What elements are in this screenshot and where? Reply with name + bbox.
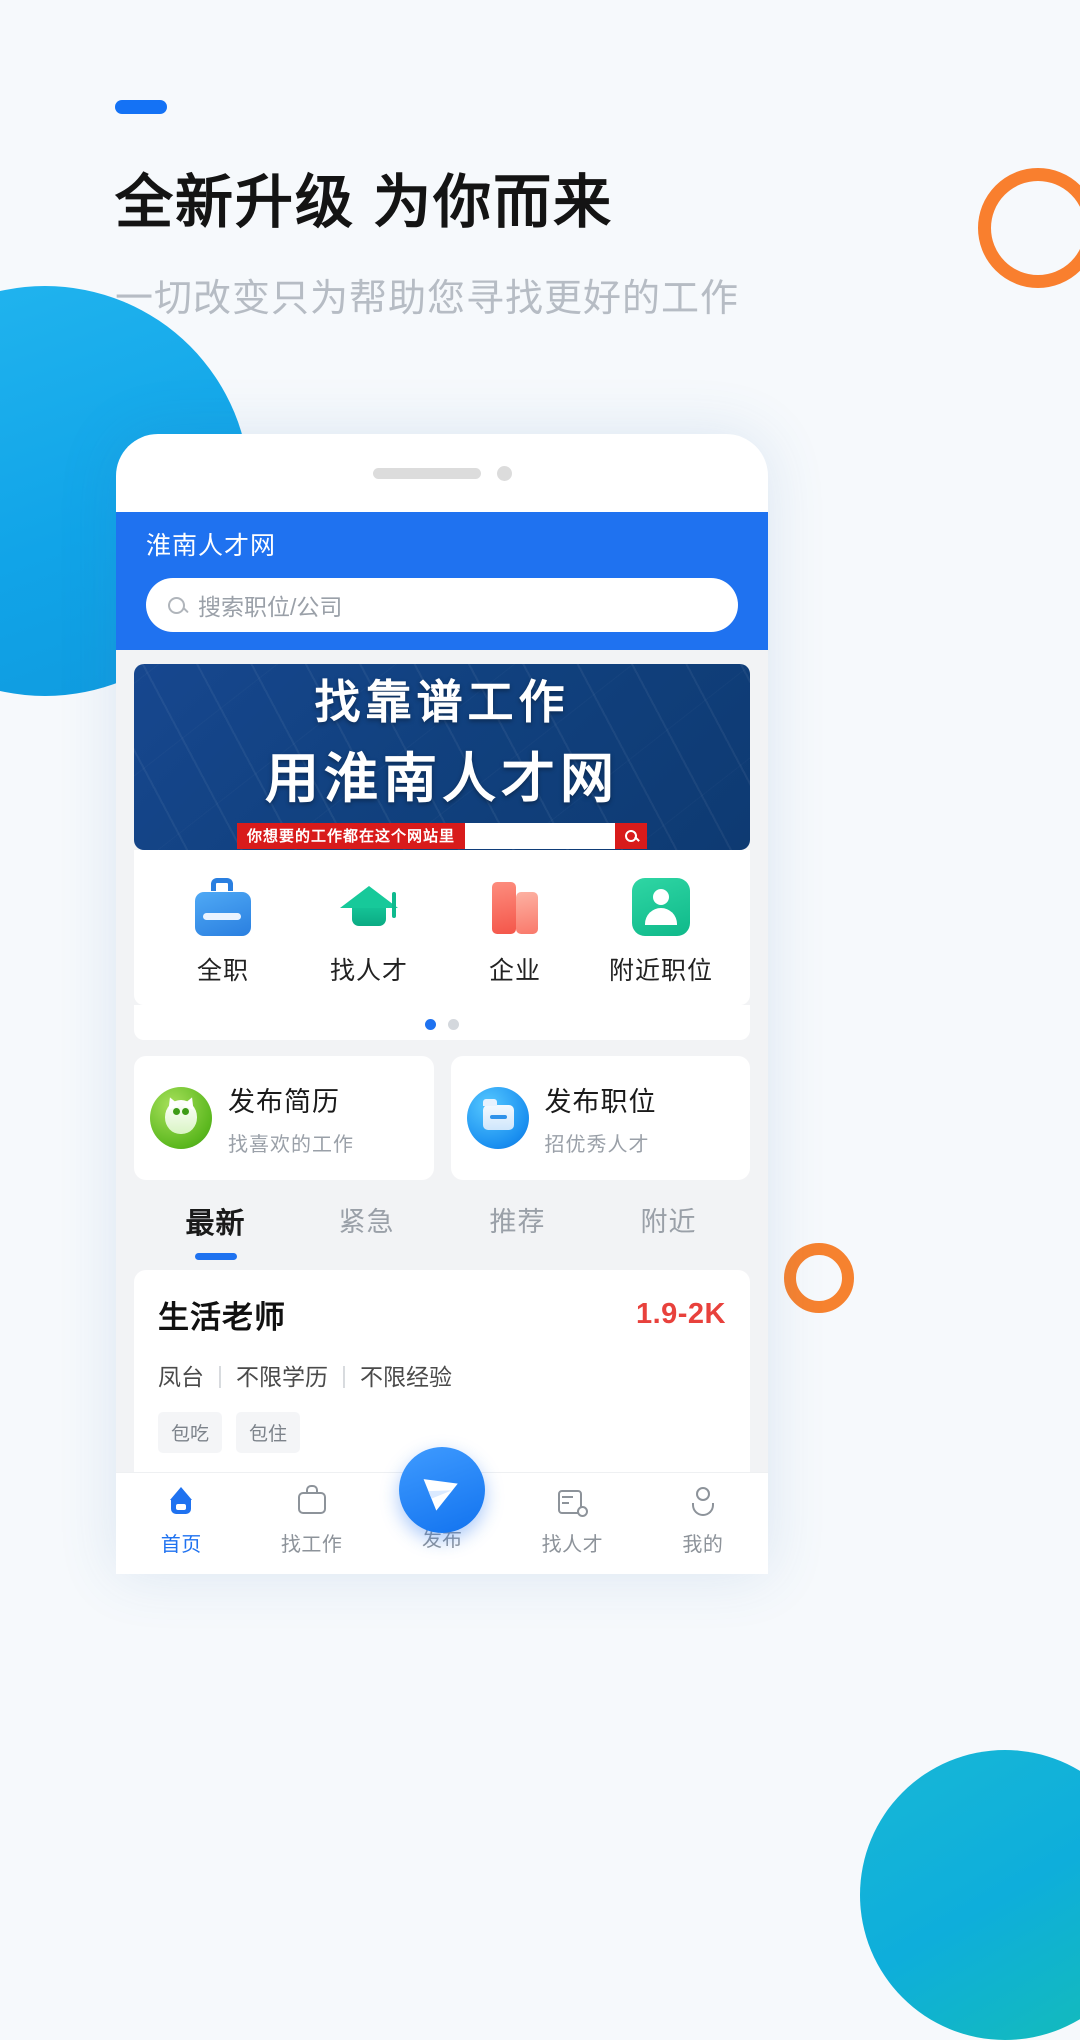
page-subtitle: 一切改变只为帮助您寻找更好的工作 xyxy=(115,277,740,320)
tab-urgent[interactable]: 紧急 xyxy=(291,1200,442,1260)
hero-banner[interactable]: 找靠谱工作 用淮南人才网 你想要的工作都在这个网站里 xyxy=(134,664,750,850)
app-body: 找靠谱工作 用淮南人才网 你想要的工作都在这个网站里 全职 找人才 企业 附近职… xyxy=(116,650,768,1525)
job-location: 凤台 xyxy=(158,1364,204,1390)
tab-nearby[interactable]: 附近 xyxy=(593,1200,744,1260)
phone-mockup: 淮南人才网 搜索职位/公司 找靠谱工作 用淮南人才网 你想要的工作都在这个网站里 xyxy=(116,434,768,1574)
banner-line-2: 用淮南人才网 xyxy=(265,748,619,809)
job-experience: 不限经验 xyxy=(359,1364,452,1390)
nav-item-find-talent[interactable]: 找人才 xyxy=(507,1485,637,1557)
nav-item-find-job[interactable]: 找工作 xyxy=(246,1485,376,1557)
nav-label: 我的 xyxy=(682,1534,724,1556)
search-icon xyxy=(625,829,637,842)
promo-card-title: 发布职位 xyxy=(544,1086,657,1117)
banner-strip-search-button xyxy=(615,822,647,849)
app-header: 淮南人才网 搜索职位/公司 xyxy=(116,512,768,650)
decor-orange-ring-small xyxy=(784,1243,854,1313)
banner-line-1: 找靠谱工作 xyxy=(314,675,570,728)
meta-separator: | xyxy=(340,1361,347,1388)
promo-card-title: 发布简历 xyxy=(228,1086,340,1117)
job-salary: 1.9-2K xyxy=(635,1298,726,1330)
search-icon xyxy=(168,596,185,614)
send-plane-icon[interactable] xyxy=(399,1447,486,1533)
carousel-dot-active[interactable] xyxy=(425,1019,436,1030)
home-icon xyxy=(164,1485,198,1519)
bag-icon xyxy=(295,1485,329,1519)
search-input[interactable]: 搜索职位/公司 xyxy=(146,578,738,632)
publish-job-card[interactable]: 发布职位 招优秀人才 xyxy=(450,1056,750,1180)
quick-action-label: 找人才 xyxy=(329,957,408,985)
decor-teal-circle xyxy=(860,1750,1080,2040)
nav-label: 找人才 xyxy=(541,1534,604,1556)
meta-separator: | xyxy=(217,1361,223,1388)
search-placeholder: 搜索职位/公司 xyxy=(198,594,343,620)
banner-strip-text: 你想要的工作都在这个网站里 xyxy=(236,822,465,849)
job-title: 生活老师 xyxy=(158,1300,286,1335)
building-icon xyxy=(486,878,544,936)
bottom-nav: 首页 找工作 发布 找人才 我的 xyxy=(116,1447,768,1574)
quick-actions: 全职 找人才 企业 附近职位 xyxy=(134,850,750,1005)
job-header: 生活老师 1.9-2K xyxy=(158,1292,726,1337)
decor-orange-ring-top xyxy=(978,168,1080,288)
person-badge-icon xyxy=(632,878,690,936)
nav-item-home[interactable]: 首页 xyxy=(116,1485,246,1557)
publish-resume-card[interactable]: 发布简历 找喜欢的工作 xyxy=(134,1056,434,1180)
quick-action-label: 企业 xyxy=(488,957,541,985)
quick-action-company[interactable]: 企业 xyxy=(442,878,588,987)
app-title: 淮南人才网 xyxy=(146,532,277,560)
banner-strip-field xyxy=(465,822,615,849)
speaker-grill-icon xyxy=(372,467,481,479)
tab-latest[interactable]: 最新 xyxy=(140,1200,291,1260)
job-education: 不限学历 xyxy=(235,1364,328,1390)
tab-recommended[interactable]: 推荐 xyxy=(442,1200,593,1260)
resume-pig-icon xyxy=(150,1087,212,1149)
promo-headline: 全新升级 为你而来 一切改变只为帮助您寻找更好的工作 xyxy=(115,100,739,322)
job-list-tabs: 最新 紧急 推荐 附近 xyxy=(134,1200,750,1260)
folder-icon xyxy=(466,1087,529,1149)
nav-item-mine[interactable]: 我的 xyxy=(638,1485,768,1557)
graduation-cap-icon xyxy=(340,878,398,936)
job-tag: 包吃 xyxy=(158,1412,223,1453)
quick-action-label: 全职 xyxy=(196,957,249,985)
banner-strip: 你想要的工作都在这个网站里 xyxy=(236,822,647,849)
quick-action-nearby-jobs[interactable]: 附近职位 xyxy=(588,878,734,987)
accent-dash xyxy=(115,100,167,114)
quick-action-label: 附近职位 xyxy=(608,957,713,985)
user-icon xyxy=(686,1485,720,1519)
quick-action-find-talent[interactable]: 找人才 xyxy=(296,878,442,987)
job-tag: 包住 xyxy=(236,1412,301,1453)
promo-card-subtitle: 招优秀人才 xyxy=(544,1133,650,1156)
promo-card-subtitle: 找喜欢的工作 xyxy=(228,1133,354,1156)
carousel-dot[interactable] xyxy=(448,1019,459,1030)
promo-cards: 发布简历 找喜欢的工作 发布职位 招优秀人才 xyxy=(134,1056,750,1180)
nav-item-publish[interactable]: 发布 xyxy=(377,1447,507,1574)
phone-notch xyxy=(116,434,768,512)
front-camera-icon xyxy=(496,465,512,481)
quick-action-fulltime[interactable]: 全职 xyxy=(150,878,296,987)
briefcase-icon xyxy=(194,878,252,936)
app-screen: 淮南人才网 搜索职位/公司 找靠谱工作 用淮南人才网 你想要的工作都在这个网站里 xyxy=(116,512,768,1574)
nav-label: 找工作 xyxy=(280,1534,343,1556)
carousel-dots[interactable] xyxy=(134,1005,750,1040)
page-title: 全新升级 为你而来 xyxy=(115,170,614,235)
job-meta: 凤台 | 不限学历 | 不限经验 xyxy=(158,1358,726,1392)
card-search-icon xyxy=(555,1485,589,1519)
nav-label: 首页 xyxy=(160,1534,202,1556)
